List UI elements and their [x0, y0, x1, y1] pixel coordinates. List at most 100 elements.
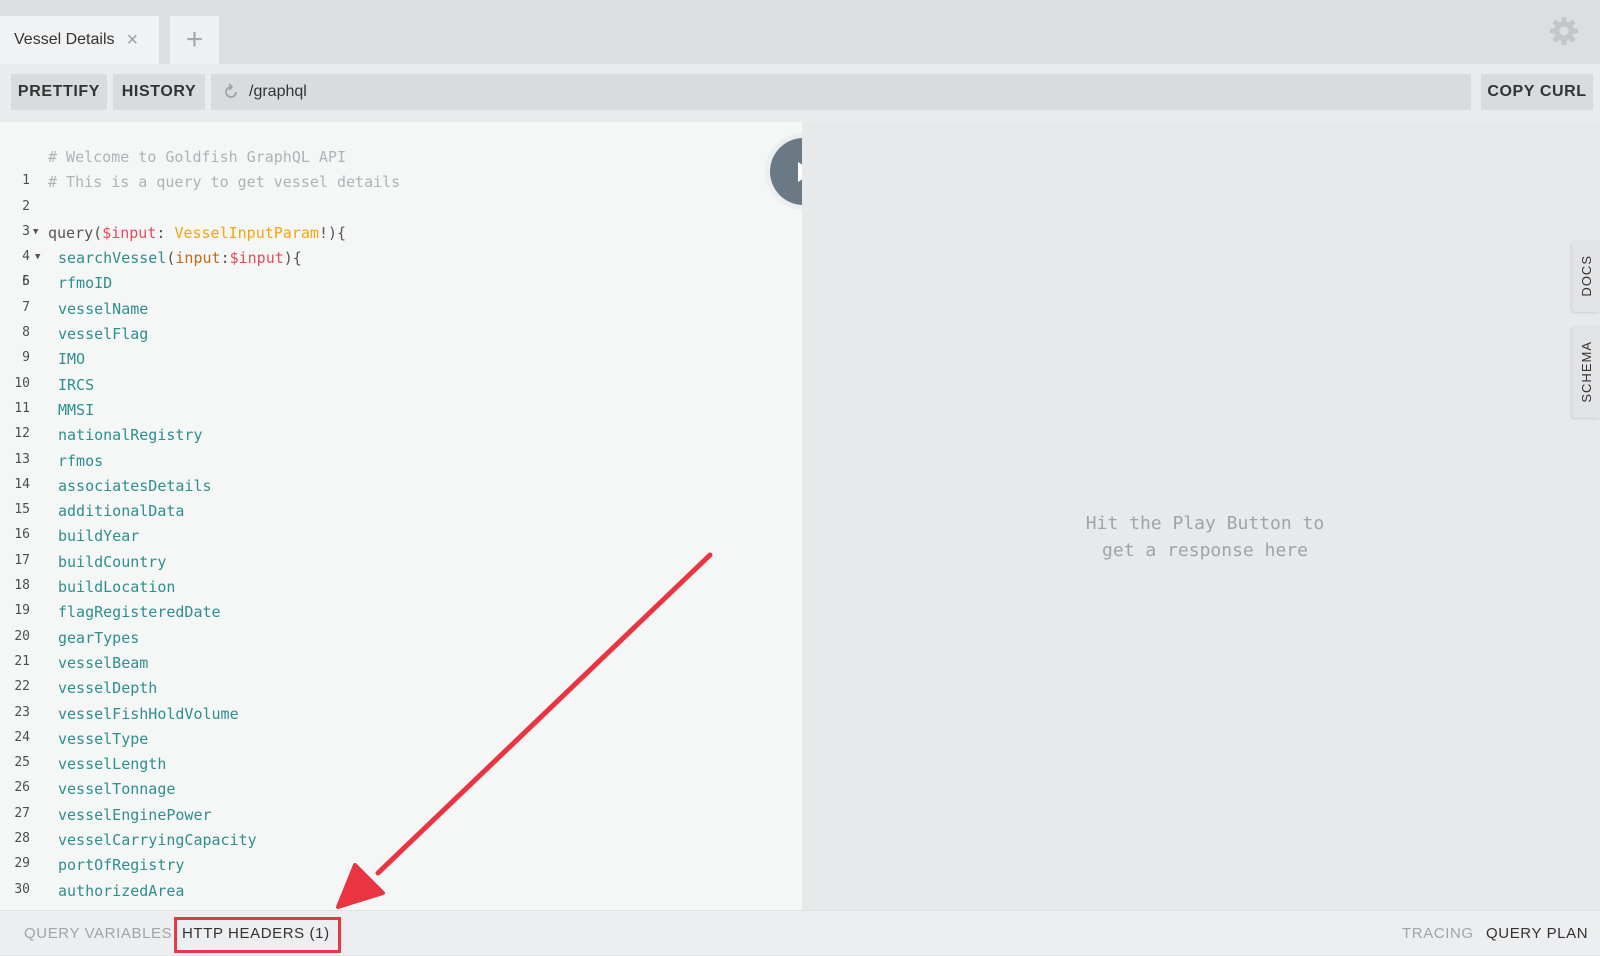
field-name: buildCountry — [58, 552, 167, 571]
highlight-box — [174, 917, 341, 953]
field-name: associatesDetails — [58, 476, 212, 495]
code-line: 6 rfmoID — [0, 271, 802, 296]
code-line: 27 vesselEnginePower — [0, 803, 802, 828]
line-number: 30 — [14, 881, 30, 897]
line-number: 9 — [22, 350, 30, 366]
schema-tab[interactable]: SCHEMA — [1572, 326, 1600, 418]
docs-tab[interactable]: DOCS — [1572, 240, 1600, 312]
field-name: authorizedArea — [58, 881, 185, 900]
code-lines: 1 # Welcome to Goldfish GraphQL API 2 # … — [0, 145, 802, 910]
field-name: nationalRegistry — [58, 426, 203, 445]
code-line: 8 vesselFlag — [0, 322, 802, 347]
code-line: 18 buildLocation — [0, 575, 802, 600]
line-number: 16 — [14, 527, 30, 543]
prettify-button[interactable]: PRETTIFY — [11, 74, 107, 110]
code-line: 10 IRCS — [0, 373, 802, 398]
query-variables-tab[interactable]: QUERY VARIABLES — [24, 911, 172, 956]
field-name: portOfRegistry — [58, 856, 185, 875]
toolbar: PRETTIFY HISTORY /graphql COPY CURL — [0, 64, 1600, 122]
code-line: 21 vesselBeam — [0, 651, 802, 676]
code-line: 19 flagRegisteredDate — [0, 600, 802, 625]
add-tab-button[interactable]: + — [170, 16, 219, 64]
tab-bar: Vessel Details × + — [0, 0, 1600, 64]
code-line: 12 nationalRegistry — [0, 423, 802, 448]
field-name: vesselFishHoldVolume — [58, 704, 239, 723]
field-name: additionalData — [58, 502, 185, 521]
field-name: MMSI — [58, 400, 95, 419]
line-number: 12 — [14, 426, 30, 442]
code-search-line: searchVessel(input:$input){ — [58, 246, 302, 271]
field-name: vesselBeam — [58, 653, 149, 672]
code-line: 24 vesselType — [0, 727, 802, 752]
fold-arrow-icon[interactable]: ▼ — [33, 221, 38, 243]
line-number: 7 — [22, 299, 30, 315]
punctuation: : — [156, 223, 166, 242]
reload-icon[interactable] — [221, 82, 241, 102]
line-number: 18 — [14, 578, 30, 594]
code-line: 30 authorizedArea — [0, 879, 802, 904]
code-line: 23 vesselFishHoldVolume — [0, 702, 802, 727]
code-line: 4 ▼ query($input: VesselInputParam!){ — [0, 221, 802, 264]
fold-arrow-icon[interactable]: ▼ — [35, 246, 40, 268]
line-number: 17 — [14, 552, 30, 568]
close-icon[interactable]: × — [127, 30, 139, 50]
field-name: vesselFlag — [58, 325, 149, 344]
code-comment: # This is a query to get vessel details — [48, 173, 401, 192]
field-name: vesselType — [58, 729, 149, 748]
field-name: buildYear — [58, 527, 140, 546]
tab-vessel-details[interactable]: Vessel Details × — [0, 16, 159, 64]
code-line: 13 rfmos — [0, 449, 802, 474]
endpoint-url-field[interactable]: /graphql — [211, 74, 1471, 110]
tracing-tab[interactable]: TRACING — [1402, 911, 1474, 956]
code-line: 20 gearTypes — [0, 626, 802, 651]
line-number: 14 — [14, 476, 30, 492]
tab-title: Vessel Details — [14, 31, 115, 48]
query-plan-tab[interactable]: QUERY PLAN — [1486, 911, 1588, 956]
line-number: 29 — [14, 856, 30, 872]
line-number: 27 — [14, 805, 30, 821]
line-number: 19 — [14, 603, 30, 619]
function-name: searchVessel — [58, 249, 167, 268]
field-name: vesselName — [58, 299, 149, 318]
line-number: 6 — [22, 274, 30, 290]
line-number: 25 — [14, 755, 30, 771]
code-line: 9 IMO — [0, 347, 802, 372]
query-editor[interactable]: 1 # Welcome to Goldfish GraphQL API 2 # … — [0, 122, 802, 910]
line-number: 28 — [14, 831, 30, 847]
line-number: 11 — [14, 400, 30, 416]
field-name: vesselCarryingCapacity — [58, 831, 257, 850]
code-line: 2 # This is a query to get vessel detail… — [0, 170, 802, 213]
copy-curl-button[interactable]: COPY CURL — [1481, 74, 1593, 110]
field-name: rfmos — [58, 451, 104, 470]
field-name: IMO — [58, 350, 86, 369]
line-number: 23 — [14, 704, 30, 720]
punctuation: : — [220, 249, 230, 268]
code-query-line: query($input: VesselInputParam!){ — [48, 221, 346, 246]
line-number: 8 — [22, 325, 30, 341]
result-hint-line: get a response here — [1102, 540, 1308, 561]
line-number: 21 — [14, 653, 30, 669]
code-line: 16 buildYear — [0, 524, 802, 549]
argument-name: input — [175, 249, 221, 268]
result-hint-line: Hit the Play Button to — [1085, 513, 1325, 534]
query-type: VesselInputParam — [174, 223, 319, 242]
code-line: 1 # Welcome to Goldfish GraphQL API — [0, 145, 802, 188]
punctuation: !){ — [318, 223, 347, 242]
code-line: 7 vesselName — [0, 297, 802, 322]
code-line: 3 — [0, 196, 802, 239]
code-line: 29 portOfRegistry — [0, 853, 802, 878]
field-name: IRCS — [58, 375, 95, 394]
schema-tab-label: SCHEMA — [1578, 341, 1594, 403]
query-keyword: query — [48, 223, 94, 242]
gear-icon[interactable] — [1548, 15, 1580, 47]
line-number: 24 — [14, 729, 30, 745]
code-line: 5 ▼ searchVessel(input:$input){ — [0, 246, 802, 289]
code-line: 26 vesselTonnage — [0, 777, 802, 802]
history-button[interactable]: HISTORY — [113, 74, 205, 110]
punctuation: ( — [93, 223, 103, 242]
code-line: 11 MMSI — [0, 398, 802, 423]
field-name: buildLocation — [58, 578, 176, 597]
field-name: vesselDepth — [58, 679, 158, 698]
argument-variable: $input — [229, 249, 284, 268]
field-name: rfmoID — [58, 274, 113, 293]
